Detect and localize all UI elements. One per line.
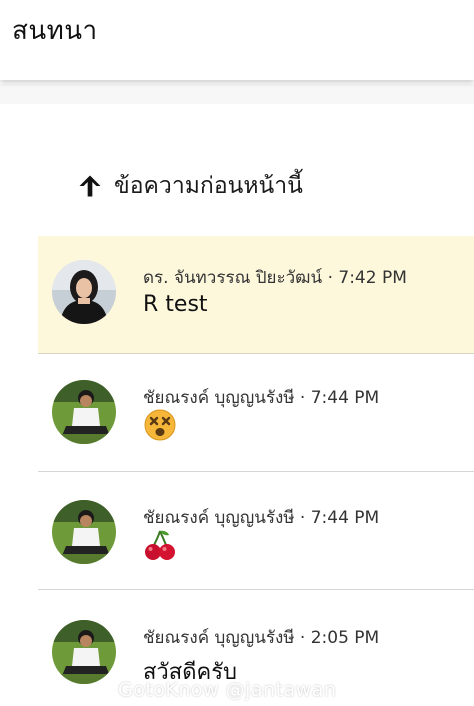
app-bar: สนทนา bbox=[0, 0, 474, 80]
message-time: 7:44 PM bbox=[310, 388, 380, 408]
separator: · bbox=[299, 508, 306, 528]
page-title: สนทนา bbox=[12, 16, 98, 46]
dizzy-face-emoji bbox=[143, 408, 177, 442]
sub-bar bbox=[0, 84, 474, 104]
message-item[interactable]: ดร. จันทวรรณ ปิยะวัฒน์ · 7:42 PM R test bbox=[38, 236, 474, 354]
message-item[interactable]: ชัยณรงค์ บุญญนรังษี · 7:44 PM bbox=[38, 354, 474, 472]
sender-name: ชัยณรงค์ บุญญนรังษี bbox=[143, 628, 295, 648]
message-text: R test bbox=[143, 292, 208, 317]
avatar[interactable] bbox=[52, 620, 116, 684]
arrow-up-icon bbox=[79, 175, 101, 197]
cherries-emoji bbox=[143, 528, 177, 562]
message-meta: ชัยณรงค์ บุญญนรังษี · 7:44 PM bbox=[143, 504, 379, 531]
sender-name: ชัยณรงค์ บุญญนรังษี bbox=[143, 388, 295, 408]
message-time: 7:44 PM bbox=[310, 508, 380, 528]
message-meta: ชัยณรงค์ บุญญนรังษี · 7:44 PM bbox=[143, 384, 379, 411]
avatar[interactable] bbox=[52, 260, 116, 324]
avatar[interactable] bbox=[52, 380, 116, 444]
message-meta: ชัยณรงค์ บุญญนรังษี · 2:05 PM bbox=[143, 624, 379, 651]
separator: · bbox=[299, 388, 306, 408]
message-meta: ดร. จันทวรรณ ปิยะวัฒน์ · 7:42 PM bbox=[143, 264, 407, 291]
message-time: 2:05 PM bbox=[310, 628, 380, 648]
sender-name: ชัยณรงค์ บุญญนรังษี bbox=[143, 508, 295, 528]
load-older-messages-button[interactable]: ข้อความก่อนหน้านี้ bbox=[76, 168, 303, 204]
separator: · bbox=[327, 268, 333, 288]
avatar[interactable] bbox=[52, 500, 116, 564]
message-time: 7:42 PM bbox=[338, 268, 407, 288]
separator: · bbox=[299, 628, 306, 648]
load-older-messages-label: ข้อความก่อนหน้านี้ bbox=[114, 173, 303, 199]
watermark: GotoKnow @jantawan bbox=[118, 679, 337, 701]
message-item[interactable]: ชัยณรงค์ บุญญนรังษี · 7:44 PM bbox=[38, 472, 474, 590]
sender-name: ดร. จันทวรรณ ปิยะวัฒน์ bbox=[143, 268, 323, 288]
